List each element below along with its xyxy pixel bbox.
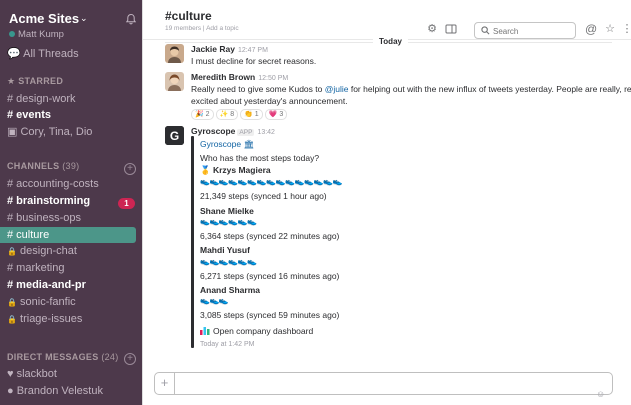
reactions: 🎉 2 ✨ 8 👏 1 💗 3 [191, 108, 289, 120]
search-icon [481, 26, 490, 35]
lock-icon: 🔒 [7, 315, 17, 324]
leaderboard-name: Shane Mielke [200, 206, 254, 216]
shoes-icons: 👟👟👟👟👟👟👟👟👟👟👟👟👟👟👟 [200, 177, 342, 186]
sidebar-item-design-chat[interactable]: 🔒 design-chat [7, 243, 77, 259]
unread-badge: 1 [118, 198, 135, 209]
emoji-icon[interactable]: ☺ [596, 389, 606, 399]
attachment-footer: Today at 1:42 PM [200, 341, 255, 348]
message-input[interactable] [181, 377, 581, 390]
star-icon[interactable]: ☆ [604, 23, 616, 35]
sidebar-item-business-ops[interactable]: # business-ops [7, 210, 81, 226]
search-input[interactable] [493, 25, 573, 37]
message-author[interactable]: Jackie Ray 12:47 PM [191, 44, 268, 54]
dashboard-link[interactable]: Open company dashboard [200, 326, 313, 336]
starred-header: ★ STARRED [7, 76, 64, 86]
message-timestamp[interactable]: 12:50 PM [258, 75, 288, 82]
sidebar-item-slackbot[interactable]: ♥ slackbot [7, 366, 57, 382]
leaderboard-steps: 6,364 steps (synced 22 minutes ago) [200, 231, 340, 241]
message-text: excited about yesterday's announcement. [191, 96, 348, 106]
reaction-pill[interactable]: 🎉 2 [191, 109, 214, 120]
message-timestamp[interactable]: 12:47 PM [238, 47, 268, 54]
sidebar-item-media-and-pr[interactable]: # media-and-pr [7, 277, 86, 293]
leaderboard-name: 🥇 Krzys Magiera [200, 165, 271, 175]
attachment-question: Who has the most steps today? [200, 153, 320, 163]
attachment-title[interactable]: Gyroscope 🏛 [200, 139, 254, 150]
reaction-pill[interactable]: 💗 3 [264, 109, 288, 120]
attach-plus-icon[interactable]: + [155, 373, 175, 394]
message-composer[interactable]: + ☺ [154, 372, 613, 399]
sidebar-item-design-work[interactable]: # design-work [7, 91, 75, 107]
leaderboard-steps: 3,085 steps (synced 59 minutes ago) [200, 310, 340, 320]
message-timestamp[interactable]: 13:42 [257, 129, 275, 136]
star-icon: ★ [7, 76, 16, 86]
heart-icon: ♥ [7, 368, 14, 380]
avatar[interactable] [165, 44, 184, 63]
search-box[interactable] [474, 22, 576, 39]
message-author[interactable]: Meredith Brown 12:50 PM [191, 72, 288, 82]
app-avatar[interactable]: G [165, 126, 184, 145]
lock-icon: 🔒 [7, 298, 17, 307]
leaderboard-name: Mahdi Yusuf [200, 245, 250, 255]
sidebar-item-culture[interactable]: # culture [0, 227, 136, 243]
avatar[interactable] [165, 72, 184, 91]
add-topic-link[interactable]: Add a topic [206, 25, 239, 32]
sidebar-item-sonic-fanfic[interactable]: 🔒 sonic-fanfic [7, 294, 76, 310]
bell-icon[interactable] [125, 13, 137, 25]
app-tag: APP [237, 129, 255, 136]
threads-icon: 💬 [7, 48, 21, 60]
sidebar-item-all-threads[interactable]: 💬 All Threads [7, 47, 79, 60]
svg-text:G: G [170, 129, 179, 143]
sidebar-item-brainstorming[interactable]: # brainstorming [7, 193, 90, 209]
add-channel-icon[interactable]: + [124, 163, 136, 175]
shoes-icons: 👟👟👟 [200, 296, 229, 305]
sidebar-item-events[interactable]: # events [7, 107, 51, 123]
medal-icon: 🥇 [200, 165, 211, 175]
sidebar: Acme Sites ⌄ Matt Kump 💬 All Threads ★ S… [0, 0, 142, 405]
lock-icon: 🔒 [7, 247, 17, 256]
leaderboard-steps: 6,271 steps (synced 16 minutes ago) [200, 271, 340, 281]
leaderboard-steps: 21,349 steps (synced 1 hour ago) [200, 191, 327, 201]
bank-icon: 🏛 [243, 139, 255, 149]
message-text: Really need to give some Kudos to @julie… [191, 84, 631, 94]
shoes-icons: 👟👟👟👟👟👟 [200, 217, 257, 226]
sidebar-item-accounting-costs[interactable]: # accounting-costs [7, 176, 99, 192]
shoes-icons: 👟👟👟👟👟👟 [200, 257, 257, 266]
bot-message: G Gyroscope APP 13:42 Gyroscope 🏛 Who has … [165, 126, 605, 356]
message-item: Jackie Ray 12:47 PM I must decline for se… [165, 44, 605, 68]
channel-title[interactable]: #culture [165, 9, 212, 23]
gear-icon[interactable]: ⚙ [426, 23, 438, 35]
message-author[interactable]: Gyroscope APP 13:42 [191, 126, 275, 136]
reaction-pill[interactable]: 👏 1 [240, 109, 263, 120]
presence-dot-icon [9, 31, 15, 37]
sidebar-item-group-dm[interactable]: ▣ Cory, Tina, Dio [7, 124, 92, 140]
attachment-bar [191, 136, 194, 348]
main-panel: #culture 19 members | Add a topic ⚙ @ ☆ … [142, 0, 631, 405]
mentions-icon[interactable]: @ [585, 23, 597, 35]
group-dm-icon: ▣ [7, 126, 18, 138]
message-text: I must decline for secret reasons. [191, 56, 317, 66]
message-item: Meredith Brown 12:50 PM Really need to gi… [165, 72, 631, 122]
user-mention[interactable]: @julie [325, 84, 349, 94]
reaction-pill[interactable]: ✨ 8 [215, 109, 239, 120]
add-dm-icon[interactable]: + [124, 353, 136, 365]
sidebar-item-brandon-velestuk[interactable]: ● Brandon Velestuk [7, 383, 103, 399]
sidebar-item-triage-issues[interactable]: 🔒 triage-issues [7, 311, 82, 327]
presence-dot-icon: ● [7, 385, 14, 397]
team-name[interactable]: Acme Sites [9, 11, 79, 26]
current-user[interactable]: Matt Kump [9, 29, 64, 40]
more-icon[interactable]: ⋮ [621, 23, 631, 35]
sidebar-toggle-icon[interactable] [445, 23, 457, 35]
direct-messages-header[interactable]: DIRECT MESSAGES (24) [7, 352, 119, 362]
channels-header[interactable]: CHANNELS (39) [7, 161, 79, 171]
leaderboard-name: Anand Sharma [200, 285, 260, 295]
chevron-down-icon[interactable]: ⌄ [80, 13, 88, 24]
channel-meta: 19 members | Add a topic [165, 25, 239, 32]
sidebar-item-marketing[interactable]: # marketing [7, 260, 64, 276]
bar-chart-icon [200, 327, 210, 335]
